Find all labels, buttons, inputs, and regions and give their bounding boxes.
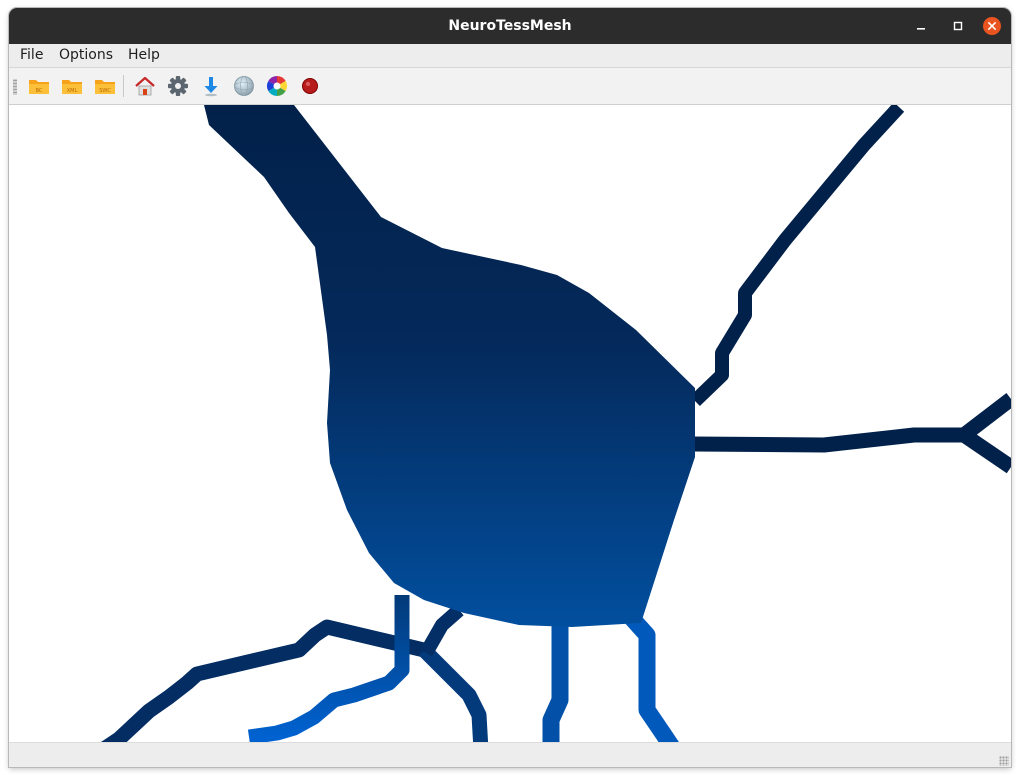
- menu-file[interactable]: File: [20, 44, 43, 67]
- sphere-button[interactable]: [232, 74, 256, 98]
- sphere-icon: [234, 76, 254, 96]
- dendrite-bottom-center: [542, 620, 569, 742]
- minimize-button[interactable]: [912, 17, 930, 35]
- window-title: NeuroTessMesh: [448, 18, 572, 34]
- toolbar-grip[interactable]: [13, 79, 17, 95]
- title-bar[interactable]: NeuroTessMesh: [9, 8, 1011, 44]
- dendrite-lower-middle: [247, 595, 410, 742]
- menu-options[interactable]: Options: [59, 44, 113, 67]
- toolbar: BC XML SWC: [9, 68, 1011, 105]
- open-swc-button[interactable]: SWC: [93, 74, 117, 98]
- folder-tag-xml: XML: [67, 88, 78, 94]
- folder-tag-bc: BC: [36, 88, 43, 94]
- maximize-icon: [953, 21, 963, 31]
- menu-help[interactable]: Help: [128, 44, 160, 67]
- dendrite-upper-right: [690, 105, 905, 407]
- record-button[interactable]: [298, 74, 322, 98]
- download-button[interactable]: [199, 74, 223, 98]
- status-bar: [9, 742, 1011, 767]
- open-bc-button[interactable]: BC: [27, 74, 51, 98]
- home-icon: [135, 76, 155, 96]
- dendrite-right-branch: [959, 428, 1011, 474]
- neuron-soma: [204, 105, 695, 627]
- dendrite-bottom-right: [622, 609, 679, 742]
- size-grip[interactable]: [999, 756, 1009, 766]
- folder-icon: XML: [62, 80, 82, 94]
- home-button[interactable]: [133, 74, 157, 98]
- folder-icon: SWC: [95, 80, 115, 94]
- gear-icon: [168, 76, 188, 96]
- down-arrow-icon: [204, 77, 218, 97]
- 3d-viewport[interactable]: [9, 105, 1011, 742]
- maximize-button[interactable]: [949, 17, 967, 35]
- app-window: NeuroTessMesh File Options Help BC XML S…: [9, 8, 1011, 767]
- neuron-mesh-render: [100, 105, 1011, 742]
- settings-button[interactable]: [166, 74, 190, 98]
- menu-bar: File Options Help: [9, 44, 1011, 68]
- folder-icon: BC: [29, 80, 49, 94]
- open-xml-button[interactable]: XML: [60, 74, 84, 98]
- dendrite-lower-middle-branch: [419, 604, 464, 657]
- dendrite-lower-left-branch: [418, 644, 489, 742]
- folder-tag-swc: SWC: [99, 88, 111, 94]
- minimize-icon: [917, 28, 925, 30]
- close-button[interactable]: [983, 17, 1001, 35]
- color-wheel-icon: [267, 76, 287, 96]
- record-icon: [302, 78, 318, 94]
- toolbar-separator: [123, 75, 124, 97]
- color-wheel-button[interactable]: [265, 74, 289, 98]
- close-icon: [983, 17, 1001, 35]
